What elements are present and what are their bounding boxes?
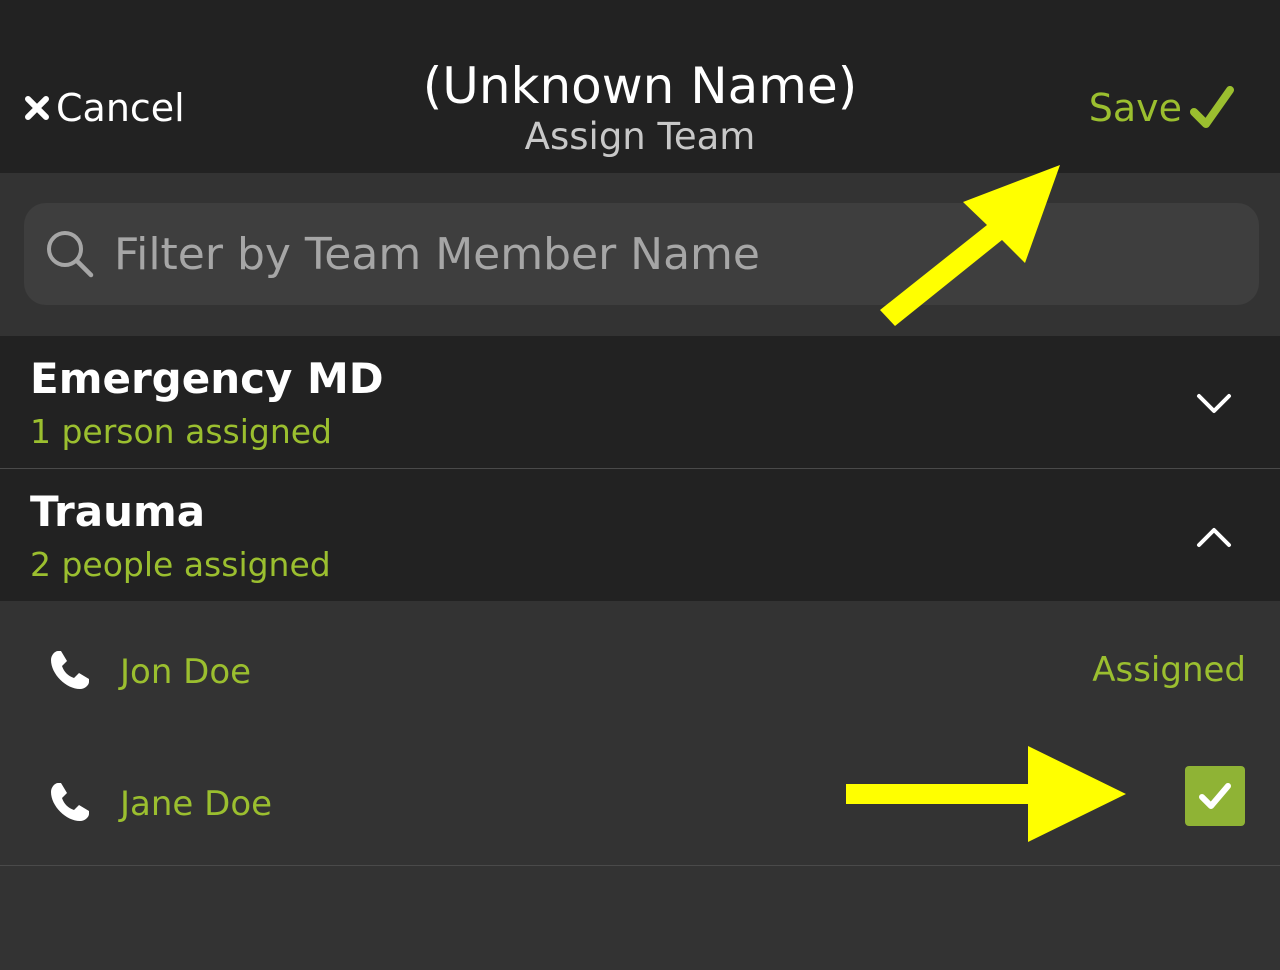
group-assigned-count: 2 people assigned xyxy=(30,545,331,584)
page-title: (Unknown Name) xyxy=(422,57,858,115)
member-row-jane-doe[interactable]: Jane Doe xyxy=(0,736,1280,868)
checkbox-checked-icon xyxy=(1199,783,1231,809)
search-bar[interactable] xyxy=(24,203,1259,305)
member-name: Jane Doe xyxy=(120,784,273,824)
group-name: Emergency MD xyxy=(30,354,384,403)
checkmark-icon xyxy=(1190,86,1234,128)
group-name: Trauma xyxy=(30,487,206,536)
member-row-jon-doe[interactable]: Jon Doe Assigned xyxy=(0,604,1280,736)
group-header-trauma[interactable]: Trauma 2 people assigned xyxy=(0,469,1280,601)
member-status: Assigned xyxy=(1092,650,1246,690)
close-icon xyxy=(25,96,49,120)
assign-checkbox[interactable] xyxy=(1185,766,1245,826)
group-header-emergency-md[interactable]: Emergency MD 1 person assigned xyxy=(0,336,1280,468)
phone-icon[interactable] xyxy=(48,780,92,824)
cancel-label: Cancel xyxy=(56,86,185,130)
chevron-down-icon[interactable] xyxy=(1194,384,1234,424)
chevron-up-icon[interactable] xyxy=(1194,517,1234,557)
title-block: (Unknown Name) Assign Team xyxy=(340,56,940,158)
search-icon xyxy=(47,231,94,278)
search-input[interactable] xyxy=(114,228,1214,280)
phone-icon[interactable] xyxy=(48,648,92,692)
group-assigned-count: 1 person assigned xyxy=(30,412,332,451)
member-name: Jon Doe xyxy=(120,652,252,692)
save-label: Save xyxy=(1088,86,1182,130)
save-button[interactable]: Save xyxy=(1089,84,1236,132)
nav-bar: Cancel (Unknown Name) Assign Team Save xyxy=(0,0,1280,173)
cancel-button[interactable]: Cancel xyxy=(24,86,185,130)
divider xyxy=(0,865,1280,866)
page-subtitle: Assign Team xyxy=(524,115,756,158)
